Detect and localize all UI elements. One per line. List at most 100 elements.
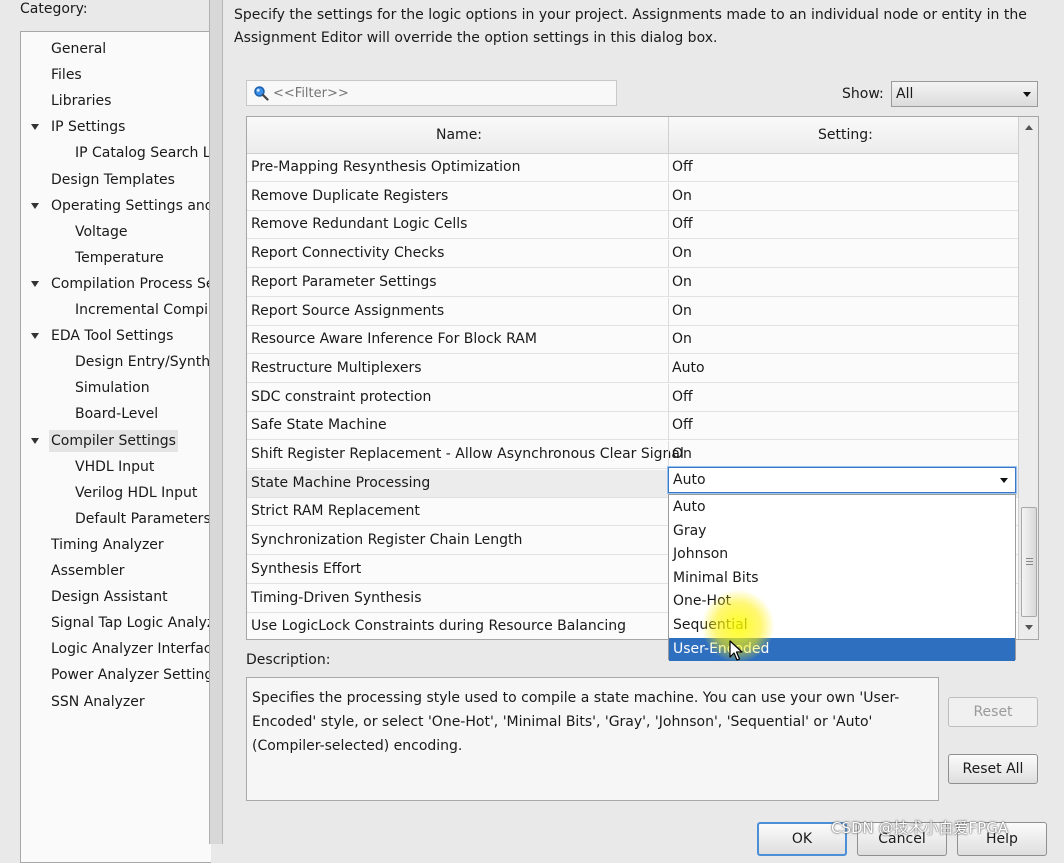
combo-option[interactable]: User-Encoded <box>669 637 1015 661</box>
option-name: Pre-Mapping Resynthesis Optimization <box>251 159 521 175</box>
chevron-down-icon[interactable] <box>1000 478 1008 483</box>
expand-arrow-icon[interactable] <box>31 280 39 287</box>
category-item[interactable]: Design Entry/Synthe <box>73 351 211 373</box>
option-setting[interactable]: Off <box>672 216 693 232</box>
show-select[interactable]: All <box>891 81 1038 107</box>
category-label: Category: <box>20 1 88 17</box>
scroll-up-icon[interactable] <box>1025 125 1033 130</box>
combo-option[interactable]: Gray <box>669 520 1015 543</box>
option-setting[interactable]: On <box>672 188 692 204</box>
panel-splitter[interactable] <box>209 0 223 844</box>
scrollbar-thumb[interactable] <box>1021 507 1037 617</box>
combo-dropdown-list[interactable]: Auto Gray Johnson Minimal Bits One-Hot Sequen… <box>668 494 1016 661</box>
cell-divider <box>668 383 669 412</box>
option-name: Shift Register Replacement - Allow Async… <box>251 446 684 462</box>
reset-button[interactable]: Reset <box>948 697 1038 727</box>
chevron-down-icon <box>1023 92 1031 97</box>
category-item[interactable]: Verilog HDL Input <box>73 482 199 504</box>
category-item[interactable]: VHDL Input <box>73 456 156 478</box>
combo-option[interactable]: Johnson <box>669 543 1015 566</box>
expand-arrow-icon[interactable] <box>31 124 39 131</box>
grip-line <box>1026 561 1033 562</box>
combo-option[interactable]: One-Hot <box>669 590 1015 613</box>
option-setting[interactable]: On <box>672 303 692 319</box>
option-name: SDC constraint protection <box>251 388 432 405</box>
expand-arrow-icon[interactable] <box>31 333 39 340</box>
table-row[interactable]: SDC constraint protection Off <box>247 383 1018 412</box>
combo-option[interactable]: Sequential <box>669 614 1015 637</box>
category-item[interactable]: Temperature <box>73 247 166 269</box>
state-machine-processing-combo[interactable]: Auto <box>668 467 1016 493</box>
option-name: Synchronization Register Chain Length <box>251 532 523 549</box>
option-name: Report Connectivity Checks <box>251 245 445 262</box>
table-row[interactable]: Report Source Assignments On <box>247 297 1018 326</box>
category-item[interactable]: Default Parameters <box>73 508 211 530</box>
grip-line <box>1026 558 1033 559</box>
option-setting[interactable]: Off <box>672 417 693 433</box>
cell-divider <box>668 297 669 326</box>
category-item[interactable]: IP Catalog Search Lo <box>73 142 211 164</box>
scroll-down-icon[interactable] <box>1025 625 1033 630</box>
category-item[interactable]: EDA Tool Settings <box>49 325 175 347</box>
category-item[interactable]: Signal Tap Logic Analyze <box>49 612 211 634</box>
description-text: Specifies the processing style used to c… <box>252 690 900 754</box>
option-setting[interactable]: Off <box>672 159 693 175</box>
column-header-name[interactable]: Name: <box>436 127 482 143</box>
description-box: Specifies the processing style used to c… <box>246 677 939 801</box>
column-divider[interactable] <box>668 117 669 153</box>
expand-arrow-icon[interactable] <box>31 437 39 444</box>
expand-arrow-icon[interactable] <box>31 202 39 209</box>
category-item[interactable]: Incremental Compila <box>73 299 211 321</box>
show-label: Show: <box>842 86 884 102</box>
option-setting[interactable]: Off <box>672 389 693 405</box>
option-setting[interactable]: On <box>672 446 692 462</box>
table-row[interactable]: Remove Duplicate Registers On <box>247 182 1018 211</box>
category-item[interactable]: Simulation <box>73 377 152 399</box>
show-select-value: All <box>896 86 914 102</box>
category-item[interactable]: Compilation Process Se <box>49 273 211 295</box>
option-name: State Machine Processing <box>251 474 431 491</box>
table-row[interactable]: Safe State Machine Off <box>247 412 1018 441</box>
category-item[interactable]: Logic Analyzer Interface <box>49 638 211 660</box>
category-item[interactable]: Files <box>49 64 84 86</box>
option-setting[interactable]: On <box>672 331 692 347</box>
option-name: Use LogicLock Constraints during Resourc… <box>251 618 627 635</box>
category-item[interactable]: Timing Analyzer <box>49 534 166 556</box>
option-setting[interactable]: Auto <box>672 360 705 376</box>
category-item[interactable]: SSN Analyzer <box>49 691 147 713</box>
table-scrollbar[interactable] <box>1018 117 1038 639</box>
option-name: Synthesis Effort <box>251 560 362 577</box>
table-row[interactable]: Report Parameter Settings On <box>247 268 1018 297</box>
column-header-setting[interactable]: Setting: <box>818 127 873 143</box>
category-tree[interactable]: General Files Libraries IP Settings IP Catal… <box>20 31 211 863</box>
category-item[interactable]: Power Analyzer Settings <box>49 664 211 686</box>
description-label: Description: <box>246 652 331 668</box>
category-item[interactable]: Compiler Settings <box>49 429 178 452</box>
watermark: CSDN @技术小白爱FPGA <box>831 819 1009 837</box>
combo-value: Auto <box>673 472 706 488</box>
category-item[interactable]: Design Templates <box>49 169 177 191</box>
filter-input[interactable] <box>273 84 603 102</box>
category-item[interactable]: Voltage <box>73 221 130 243</box>
table-row[interactable]: Restructure Multiplexers Auto <box>247 354 1018 383</box>
category-item[interactable]: Libraries <box>49 90 113 112</box>
option-name: Restructure Multiplexers <box>251 359 422 376</box>
category-item[interactable]: Assembler <box>49 560 127 582</box>
table-row[interactable]: Resource Aware Inference For Block RAM On <box>247 326 1018 355</box>
category-item[interactable]: Design Assistant <box>49 586 170 608</box>
table-row[interactable]: Report Connectivity Checks On <box>247 240 1018 269</box>
combo-option[interactable]: Auto <box>669 496 1015 519</box>
intro-text: Specify the settings for the logic optio… <box>234 7 1027 46</box>
combo-option[interactable]: Minimal Bits <box>669 567 1015 590</box>
option-setting[interactable]: On <box>672 274 692 290</box>
filter-box[interactable] <box>246 80 617 106</box>
category-item[interactable]: IP Settings <box>49 116 127 138</box>
category-item[interactable]: General <box>49 38 108 60</box>
category-item[interactable]: Board-Level <box>73 403 160 425</box>
option-setting[interactable]: On <box>672 245 692 261</box>
table-row[interactable]: Remove Redundant Logic Cells Off <box>247 211 1018 240</box>
reset-all-button[interactable]: Reset All <box>948 754 1038 784</box>
table-row[interactable]: Shift Register Replacement - Allow Async… <box>247 441 1018 469</box>
table-row[interactable]: Pre-Mapping Resynthesis Optimization Off <box>247 154 1018 182</box>
category-item[interactable]: Operating Settings and C <box>49 195 211 217</box>
